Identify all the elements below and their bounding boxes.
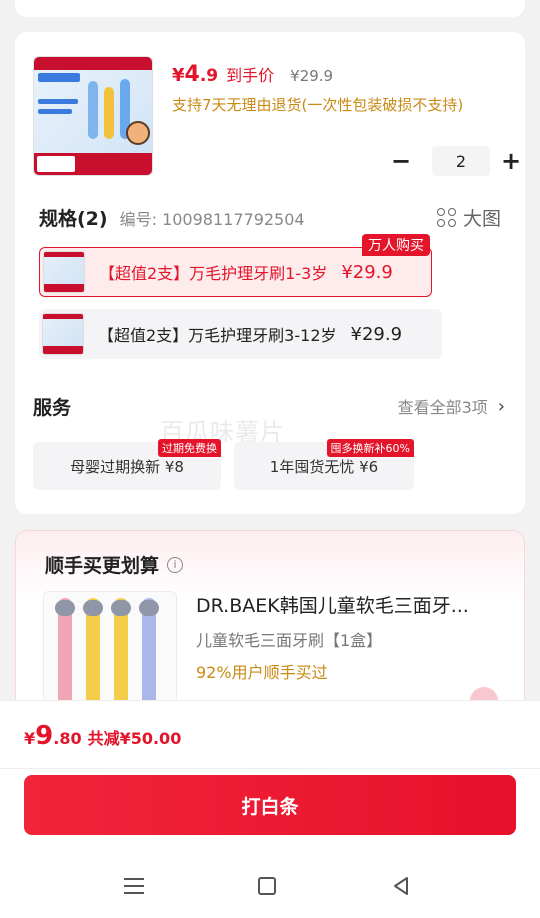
- big-image-label: 大图: [462, 208, 501, 230]
- recommend-percent: 92%用户顺手买过: [196, 663, 328, 682]
- total-integer: 9: [35, 721, 54, 751]
- recommend-name[interactable]: DR.BAEK韩国儿童软毛三面牙...: [196, 591, 469, 618]
- product-image[interactable]: [33, 56, 153, 176]
- previous-card: [15, 0, 525, 17]
- original-price: ¥29.9: [290, 67, 334, 85]
- quantity-stepper: − 2 +: [388, 145, 524, 177]
- back-icon[interactable]: [391, 876, 411, 896]
- info-icon[interactable]: i: [167, 556, 184, 573]
- system-nav-bar: [0, 854, 540, 918]
- view-all-label: 查看全部3项: [397, 398, 488, 417]
- chevron-right-icon: ›: [497, 395, 505, 417]
- total-price: ¥ 9 .80 共减¥50.00: [24, 721, 181, 751]
- spec-option-2[interactable]: 【超值2支】万毛护理牙刷3-12岁 ¥29.9: [39, 309, 442, 359]
- service-item-label: 1年囤货无忧 ¥6: [269, 457, 379, 476]
- view-all-services[interactable]: 查看全部3项 ›: [398, 394, 505, 418]
- page: ¥ 4 .9 到手价 ¥29.9 支持7天无理由退货(一次性包装破损不支持) −…: [0, 0, 540, 918]
- service-item-expiry[interactable]: 母婴过期换新 ¥8 过期免费换: [33, 439, 221, 490]
- home-icon[interactable]: [258, 877, 276, 895]
- price-currency: ¥: [172, 65, 185, 86]
- divider: [0, 768, 540, 769]
- quantity-field[interactable]: 2: [432, 146, 490, 176]
- spec-thumbnail: [43, 251, 85, 293]
- increase-button[interactable]: +: [498, 147, 524, 175]
- service-item-label: 母婴过期换新 ¥8: [70, 457, 184, 476]
- total-decimal: .80: [53, 729, 82, 748]
- price-integer: 4: [184, 62, 200, 87]
- decrease-button[interactable]: −: [388, 147, 414, 175]
- service-title: 服务: [33, 397, 72, 419]
- hot-badge: 万人购买: [362, 234, 430, 256]
- price-tag: 到手价: [226, 66, 275, 85]
- service-badge: 囤多换新补60%: [326, 439, 414, 457]
- spec-header: 规格(2) 编号: 10098117792504: [39, 204, 305, 231]
- spec-option-price: ¥29.9: [350, 323, 403, 345]
- spec-title: 规格(2): [39, 208, 108, 230]
- menu-icon[interactable]: [124, 878, 144, 894]
- discount-text: 共减¥50.00: [87, 729, 182, 748]
- recommend-variant: 儿童软毛三面牙刷【1盒】: [196, 631, 383, 650]
- recommend-title: 顺手买更划算 i: [45, 551, 184, 578]
- return-policy: 支持7天无理由退货(一次性包装破损不支持): [172, 96, 464, 114]
- pay-button[interactable]: 打白条: [24, 775, 516, 835]
- big-image-button[interactable]: 大图: [436, 204, 501, 231]
- price-row: ¥ 4 .9 到手价 ¥29.9: [172, 62, 333, 90]
- grid-icon: [436, 207, 457, 228]
- service-badge: 过期免费换: [158, 439, 221, 457]
- spec-option-label: 【超值2支】万毛护理牙刷3-12岁: [98, 326, 337, 345]
- spec-number: 编号: 10098117792504: [119, 210, 305, 229]
- spec-option-price: ¥29.9: [341, 261, 393, 283]
- service-item-stock[interactable]: 1年囤货无忧 ¥6 囤多换新补60%: [234, 439, 414, 490]
- total-currency: ¥: [24, 729, 36, 748]
- product-card: ¥ 4 .9 到手价 ¥29.9 支持7天无理由退货(一次性包装破损不支持) −…: [15, 32, 525, 514]
- spec-thumbnail: [42, 313, 84, 355]
- price-decimal: .9: [199, 66, 219, 86]
- spec-option-label: 【超值2支】万毛护理牙刷1-3岁: [99, 264, 328, 283]
